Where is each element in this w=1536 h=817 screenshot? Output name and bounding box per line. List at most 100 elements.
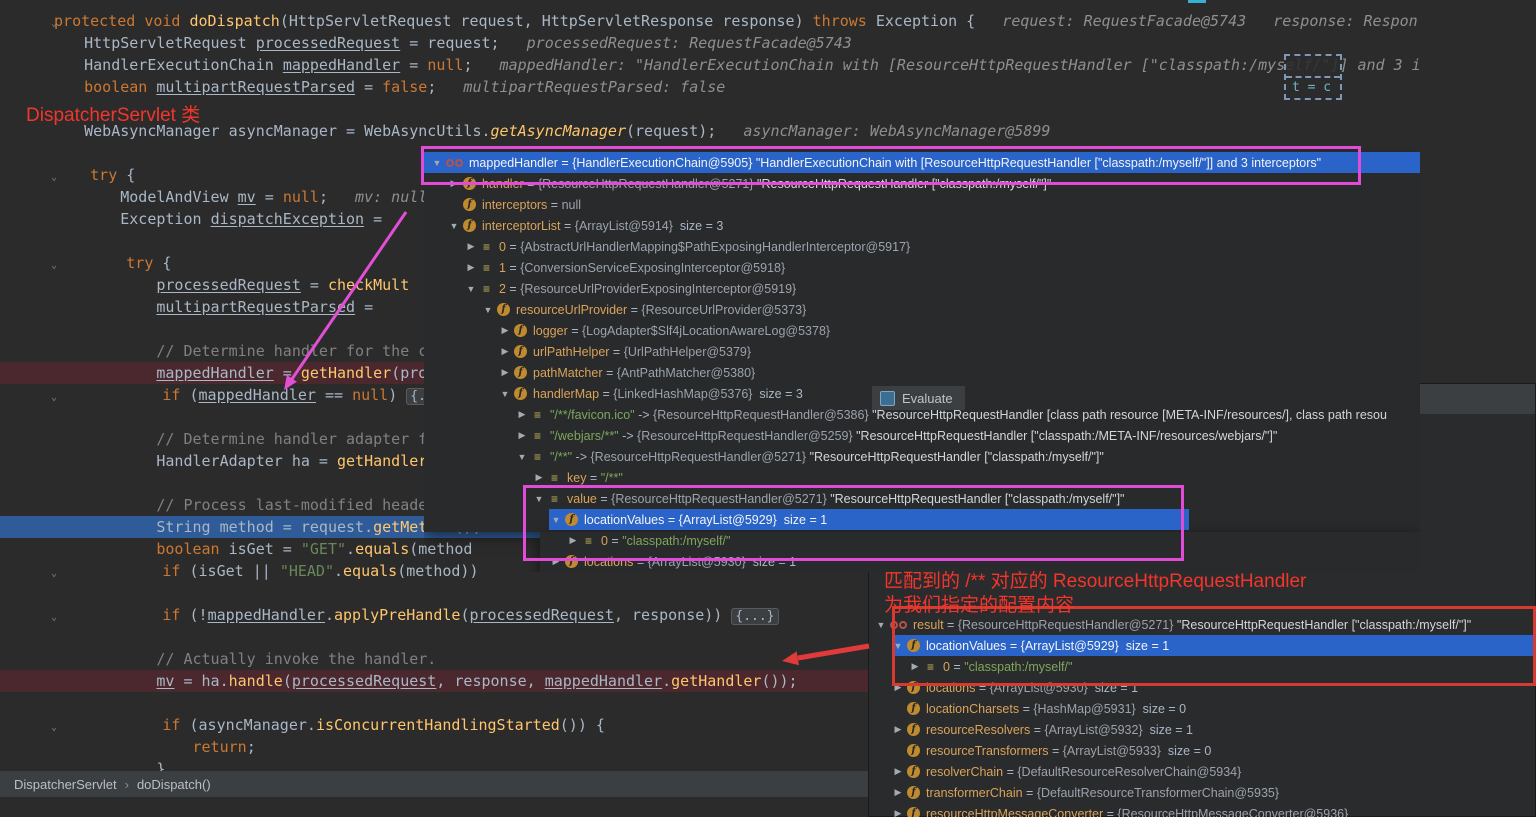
- field-icon: f: [565, 513, 578, 526]
- variable-row[interactable]: f interceptors = null: [424, 194, 1420, 215]
- code-token: try: [54, 166, 118, 184]
- value-text: "ResourceHttpRequestHandler ["classpath:…: [809, 449, 1104, 464]
- array-element-icon: ≡: [533, 407, 541, 422]
- array-element-icon: ≡: [550, 470, 558, 485]
- variable-row[interactable]: ▼ result = {ResourceHttpRequestHandler@52…: [868, 614, 1536, 635]
- variable-row[interactable]: ▼ ≡ 2 = {ResourceUrlProviderExposingInterc…: [424, 278, 1420, 299]
- expand-icon[interactable]: ▶: [891, 682, 905, 693]
- value-text: =: [1048, 743, 1063, 758]
- expand-icon[interactable]: ▶: [891, 787, 905, 798]
- expand-icon[interactable]: ▶: [464, 262, 478, 273]
- value-text: locations: [926, 680, 976, 695]
- variable-row[interactable]: f resourceTransformers = {ArrayList@5933}…: [868, 740, 1536, 761]
- array-element-icon: ≡: [533, 449, 541, 464]
- debugger-variables-popup[interactable]: ▼ mappedHandler = {HandlerExecutionChain@…: [424, 148, 1420, 572]
- variable-row[interactable]: ▼ f locationValues = {ArrayList@5929} size…: [868, 635, 1536, 656]
- variables-tree[interactable]: ▼ mappedHandler = {HandlerExecutionChain@…: [424, 148, 1420, 572]
- variable-row[interactable]: ▶ f handler = {ResourceHttpRequestHandler@…: [424, 173, 1420, 194]
- variable-row[interactable]: ▶ f locations = {ArrayList@5930} size = 1: [868, 677, 1536, 698]
- variable-row[interactable]: ▶ f pathMatcher = {AntPathMatcher@5380}: [424, 362, 1420, 383]
- code-token: isGet =: [219, 540, 301, 558]
- code-token: HandlerAdapter ha =: [48, 452, 337, 470]
- code-line[interactable]: WebAsyncManager asyncManager = WebAsyncU…: [0, 120, 1536, 142]
- code-line[interactable]: ⌄protected void doDispatch(HttpServletRe…: [0, 10, 1536, 32]
- expand-icon[interactable]: ▶: [498, 325, 512, 336]
- variable-row[interactable]: ▶ f resourceResolvers = {ArrayList@5932} s…: [868, 719, 1536, 740]
- value-text: =: [1022, 785, 1037, 800]
- code-token: , response,: [436, 672, 545, 690]
- collapse-icon[interactable]: ▼: [874, 620, 888, 630]
- expand-icon[interactable]: ▶: [566, 535, 580, 546]
- variable-row[interactable]: ▶ ≡ 1 = {ConversionServiceExposingIntercep…: [424, 257, 1420, 278]
- selection-annotation-text: t = c: [1292, 80, 1332, 95]
- value-text: {UrlPathHelper@5379}: [623, 344, 752, 359]
- variable-row[interactable]: ▶ ≡ "/webjars/**" -> {ResourceHttpRequestH…: [424, 425, 1420, 446]
- expand-icon[interactable]: ▶: [464, 241, 478, 252]
- variable-row[interactable]: ▶ f resolverChain = {DefaultResourceResolv…: [868, 761, 1536, 782]
- code-token: if: [54, 606, 181, 624]
- expand-icon[interactable]: ▶: [891, 808, 905, 817]
- variable-row[interactable]: ▶ ≡ 0 = "classpath:/myself/": [424, 530, 1420, 551]
- variable-row[interactable]: ▼ ≡ value = {ResourceHttpRequestHandler@52…: [424, 488, 1420, 509]
- code-token: boolean: [48, 540, 220, 558]
- value-text: =: [505, 281, 521, 296]
- variable-row[interactable]: ▼ f locationValues = {ArrayList@5929} size…: [424, 509, 1420, 530]
- variable-row[interactable]: ▼ mappedHandler = {HandlerExecutionChain@…: [424, 152, 1420, 173]
- expand-icon[interactable]: ▶: [532, 472, 546, 483]
- expand-icon[interactable]: ▶: [515, 430, 529, 441]
- expand-icon[interactable]: ▶: [549, 556, 563, 567]
- expand-icon[interactable]: ▶: [498, 367, 512, 378]
- collapse-icon[interactable]: ▼: [481, 305, 495, 315]
- value-text: 0: [499, 239, 506, 254]
- collapse-icon[interactable]: ▼: [447, 221, 461, 231]
- code-token: mappedHandler: [156, 364, 274, 382]
- code-token: mappedHandler: "HandlerExecutionChain wi…: [472, 56, 1421, 74]
- collapse-icon[interactable]: ▼: [464, 284, 478, 294]
- collapse-icon[interactable]: ▼: [498, 389, 512, 399]
- value-text: "/**": [550, 449, 573, 464]
- variable-row[interactable]: ▶ f resourceHttpMessageConverter = {Resour…: [868, 803, 1536, 817]
- array-element-icon: ≡: [482, 281, 490, 296]
- code-token: =: [355, 298, 383, 316]
- expand-icon[interactable]: ▶: [498, 346, 512, 357]
- evaluate-dialog-title[interactable]: Evaluate: [872, 386, 965, 410]
- collapse-icon[interactable]: ▼: [515, 452, 529, 462]
- watch-result-icon: [890, 620, 907, 629]
- variable-row[interactable]: ▶ f locations = {ArrayList@5930} size = 1: [424, 551, 1420, 572]
- variable-row[interactable]: ▼ ≡ "/**" -> {ResourceHttpRequestHandler@5…: [424, 446, 1420, 467]
- result-variables-tree[interactable]: ▼ result = {ResourceHttpRequestHandler@52…: [868, 604, 1536, 817]
- variable-row[interactable]: f locationCharsets = {HashMap@5931} size …: [868, 698, 1536, 719]
- variable-row[interactable]: ▶ ≡ 0 = "classpath:/myself/": [868, 656, 1536, 677]
- collapse-icon[interactable]: ▼: [430, 158, 444, 168]
- variable-row[interactable]: ▼ f interceptorList = {ArrayList@5914} siz…: [424, 215, 1420, 236]
- code-token: multipartRequestParsed: [156, 298, 356, 316]
- value-text: {ArrayList@5930}: [647, 554, 750, 569]
- expand-icon[interactable]: ▶: [515, 409, 529, 420]
- value-text: size = 1: [1122, 638, 1170, 653]
- breadcrumb-class[interactable]: DispatcherServlet: [14, 777, 117, 792]
- expand-icon[interactable]: ▶: [908, 661, 922, 672]
- collapse-icon[interactable]: ▼: [532, 494, 546, 504]
- value-text: {ArrayList@5932}: [1044, 722, 1147, 737]
- expand-icon[interactable]: ▶: [891, 724, 905, 735]
- value-text: =: [547, 197, 562, 212]
- value-text: size = 0: [1139, 701, 1187, 716]
- tab-indicator: [1188, 0, 1206, 3]
- code-token: checkMult: [327, 276, 410, 294]
- variable-row[interactable]: ▶ f urlPathHelper = {UrlPathHelper@5379}: [424, 341, 1420, 362]
- value-text: =: [949, 659, 965, 674]
- expand-icon[interactable]: ▶: [447, 178, 461, 189]
- collapse-icon[interactable]: ▼: [891, 641, 905, 651]
- variable-row[interactable]: ▶ f logger = {LogAdapter$Slf4jLocationAwar…: [424, 320, 1420, 341]
- code-line[interactable]: HttpServletRequest processedRequest = re…: [0, 32, 1536, 54]
- variable-row[interactable]: ▼ f resourceUrlProvider = {ResourceUrlProv…: [424, 299, 1420, 320]
- variable-row[interactable]: ▶ ≡ 0 = {AbstractUrlHandlerMapping$PathExp…: [424, 236, 1420, 257]
- variable-row[interactable]: ▶ ≡ key = "/**": [424, 467, 1420, 488]
- code-token: ;: [246, 738, 256, 756]
- breadcrumb-method[interactable]: doDispatch(): [137, 777, 211, 792]
- expand-icon[interactable]: ▶: [891, 766, 905, 777]
- collapse-icon[interactable]: ▼: [549, 515, 563, 525]
- variable-row[interactable]: ▶ f transformerChain = {DefaultResourceTra…: [868, 782, 1536, 803]
- code-token: ;: [318, 188, 328, 206]
